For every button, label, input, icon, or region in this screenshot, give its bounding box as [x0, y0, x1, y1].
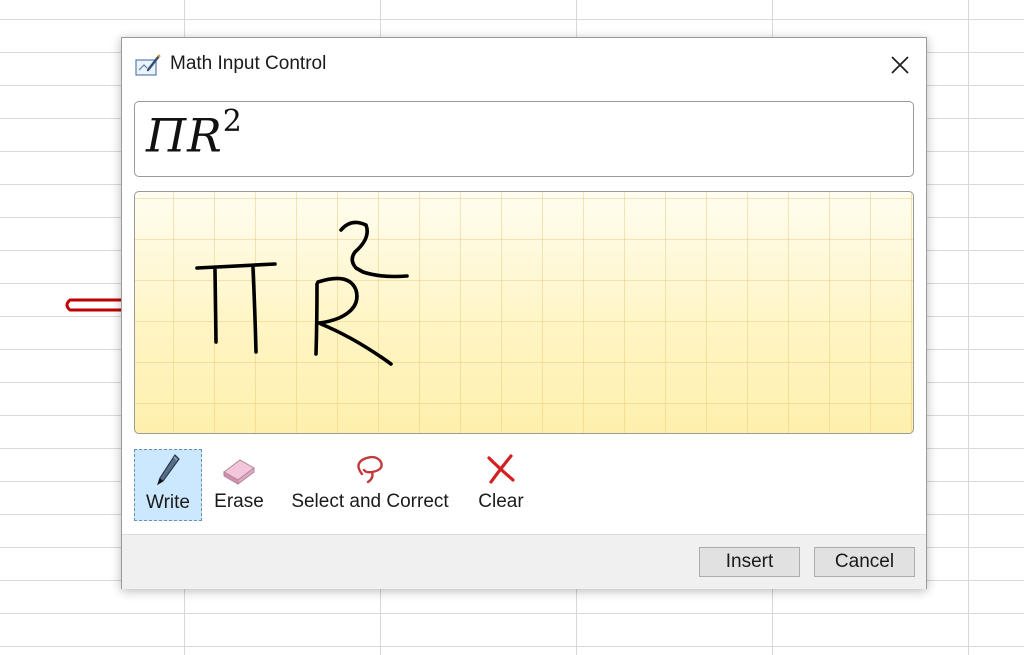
erase-tool[interactable]: Erase	[206, 449, 272, 521]
math-input-dialog: Math Input Control ΠR2 Write Erase Selec…	[121, 37, 927, 589]
close-icon	[891, 56, 909, 74]
pen-icon	[153, 450, 183, 490]
recognized-math-preview[interactable]: ΠR2	[134, 101, 914, 177]
close-button[interactable]	[878, 48, 922, 82]
title-bar: Math Input Control	[122, 38, 926, 92]
select-and-correct-label: Select and Correct	[291, 491, 449, 512]
select-and-correct-tool[interactable]: Select and Correct	[280, 449, 460, 521]
preview-symbol: ΠR	[146, 108, 223, 163]
write-label: Write	[146, 492, 190, 513]
dialog-footer: Insert Cancel	[122, 534, 926, 589]
clear-tool[interactable]: Clear	[472, 449, 530, 521]
erase-label: Erase	[214, 491, 264, 512]
eraser-icon	[220, 449, 258, 489]
writing-pad[interactable]	[134, 191, 914, 434]
preview-exponent: 2	[222, 104, 243, 139]
preview-expression: ΠR2	[146, 104, 243, 163]
handwritten-ink	[195, 220, 409, 366]
clear-x-icon	[483, 449, 519, 489]
math-input-icon	[134, 52, 162, 83]
window-title: Math Input Control	[170, 53, 327, 74]
cancel-button[interactable]: Cancel	[814, 547, 915, 577]
insert-button[interactable]: Insert	[699, 547, 800, 577]
write-tool[interactable]: Write	[134, 449, 202, 521]
lasso-icon	[352, 449, 388, 489]
clear-label: Clear	[478, 491, 524, 512]
